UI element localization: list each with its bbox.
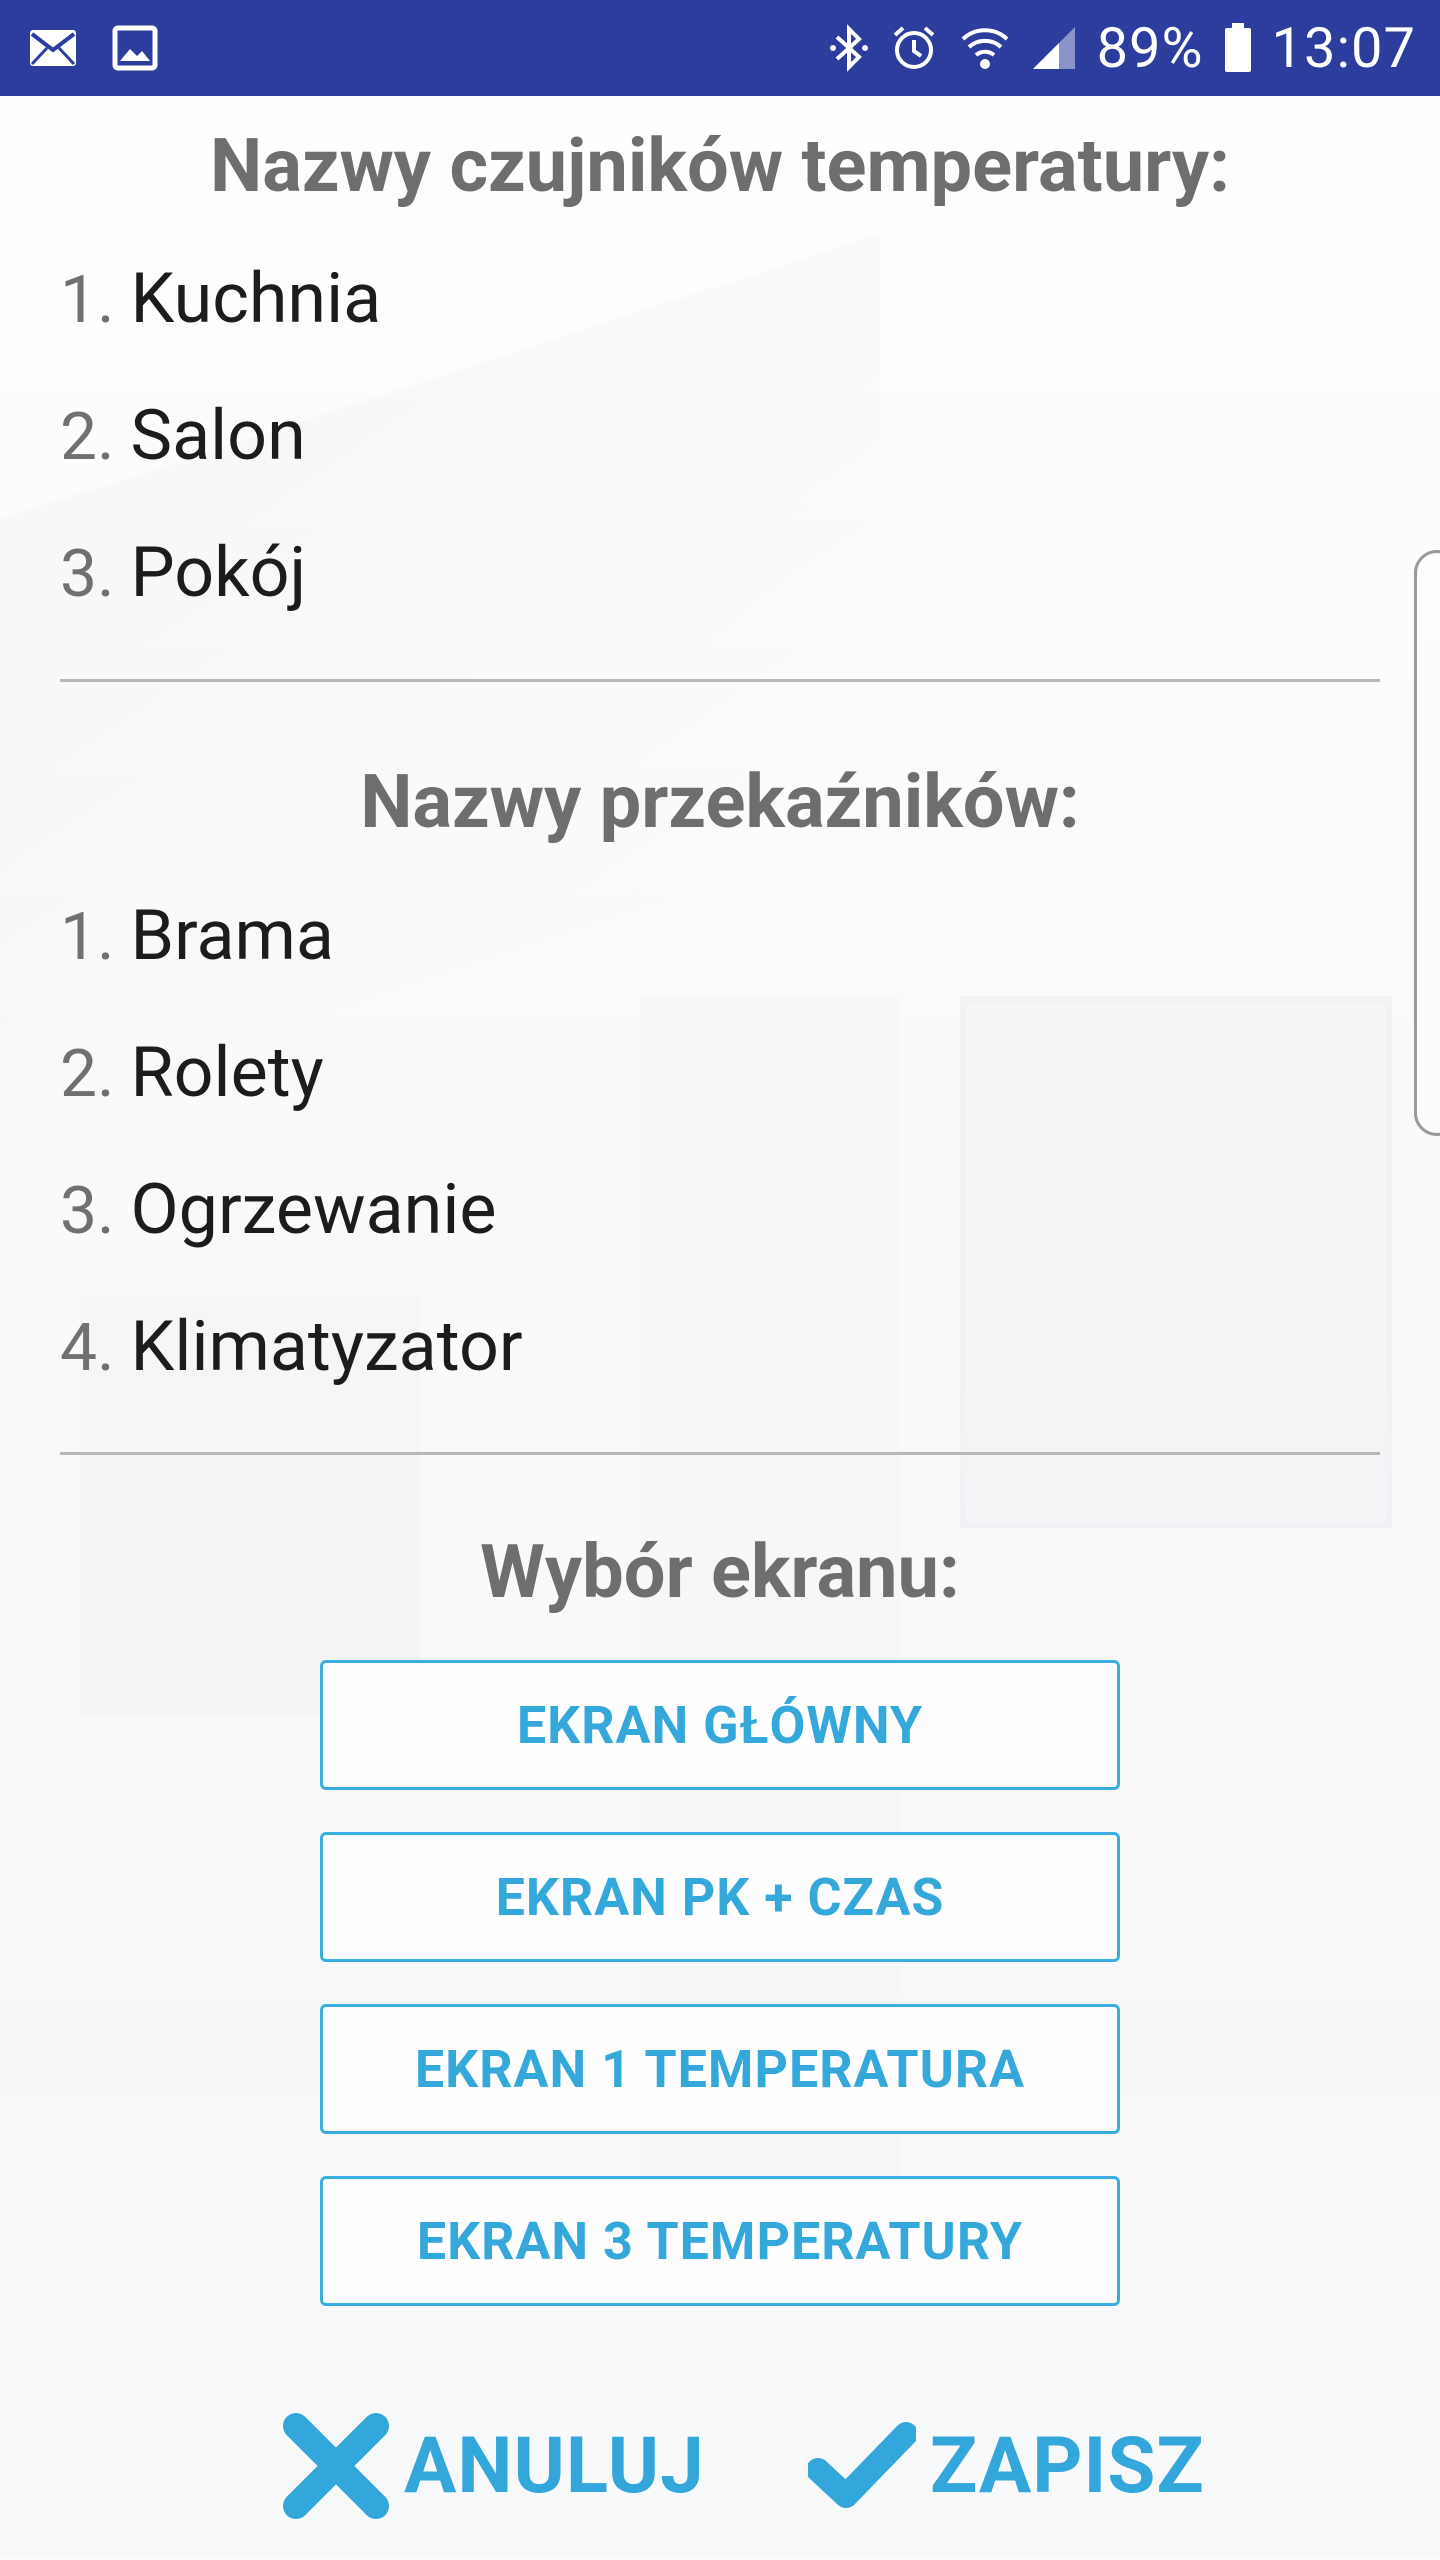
sensor-number: 3. bbox=[60, 536, 115, 613]
divider bbox=[60, 679, 1380, 682]
sensor-number: 2. bbox=[60, 399, 115, 476]
cancel-button[interactable]: ANULUJ bbox=[282, 2412, 705, 2520]
relay-number: 3. bbox=[60, 1173, 115, 1250]
sensors-section-title: Nazwy czujników temperatury: bbox=[210, 123, 1230, 210]
mail-icon bbox=[28, 28, 78, 68]
sensor-name: Kuchnia bbox=[130, 258, 382, 340]
relay-name: Rolety bbox=[130, 1032, 324, 1114]
signal-icon bbox=[1031, 25, 1077, 71]
relay-item[interactable]: 1. Brama bbox=[0, 868, 1440, 1005]
relay-item[interactable]: 3. Ogrzewanie bbox=[0, 1142, 1440, 1279]
bluetooth-icon bbox=[829, 23, 869, 73]
relay-item[interactable]: 2. Rolety bbox=[0, 1005, 1440, 1142]
divider bbox=[60, 1452, 1380, 1455]
status-bar: 89% 13:07 bbox=[0, 0, 1440, 96]
three-temperatures-screen-button[interactable]: EKRAN 3 TEMPERATURY bbox=[320, 2176, 1120, 2306]
relay-item[interactable]: 4. Klimatyzator bbox=[0, 1279, 1440, 1416]
sensors-list: 1. Kuchnia 2. Salon 3. Pokój bbox=[0, 231, 1440, 642]
image-icon bbox=[112, 25, 158, 71]
save-button[interactable]: ZAPISZ bbox=[808, 2412, 1205, 2520]
relay-name: Brama bbox=[130, 895, 335, 977]
check-icon bbox=[808, 2412, 916, 2520]
sensor-name: Pokój bbox=[130, 532, 307, 614]
relays-list: 1. Brama 2. Rolety 3. Ogrzewanie 4. Klim… bbox=[0, 868, 1440, 1416]
alarm-icon bbox=[889, 23, 939, 73]
sensor-item[interactable]: 3. Pokój bbox=[0, 505, 1440, 642]
relays-section-title: Nazwy przekaźników: bbox=[360, 759, 1080, 846]
screen-select-title: Wybór ekranu: bbox=[480, 1529, 960, 1616]
relay-number: 2. bbox=[60, 1036, 115, 1113]
pk-time-screen-button[interactable]: EKRAN PK + CZAS bbox=[320, 1832, 1120, 1962]
sensor-number: 1. bbox=[60, 262, 115, 339]
close-icon bbox=[282, 2412, 390, 2520]
battery-percent: 89% bbox=[1096, 15, 1204, 81]
clock: 13:07 bbox=[1271, 15, 1416, 81]
sensor-item[interactable]: 2. Salon bbox=[0, 368, 1440, 505]
relay-name: Klimatyzator bbox=[130, 1306, 523, 1388]
wifi-icon bbox=[959, 23, 1011, 73]
cancel-label: ANULUJ bbox=[404, 2420, 705, 2512]
save-label: ZAPISZ bbox=[930, 2420, 1205, 2512]
relay-number: 1. bbox=[60, 899, 115, 976]
relay-name: Ogrzewanie bbox=[130, 1169, 497, 1251]
sensor-name: Salon bbox=[130, 395, 306, 477]
sensor-item[interactable]: 1. Kuchnia bbox=[0, 231, 1440, 368]
one-temperature-screen-button[interactable]: EKRAN 1 TEMPERATURA bbox=[320, 2004, 1120, 2134]
main-screen-button[interactable]: EKRAN GŁÓWNY bbox=[320, 1660, 1120, 1790]
edge-panel-handle[interactable] bbox=[1414, 550, 1440, 1136]
relay-number: 4. bbox=[60, 1310, 115, 1387]
battery-icon bbox=[1224, 23, 1252, 73]
